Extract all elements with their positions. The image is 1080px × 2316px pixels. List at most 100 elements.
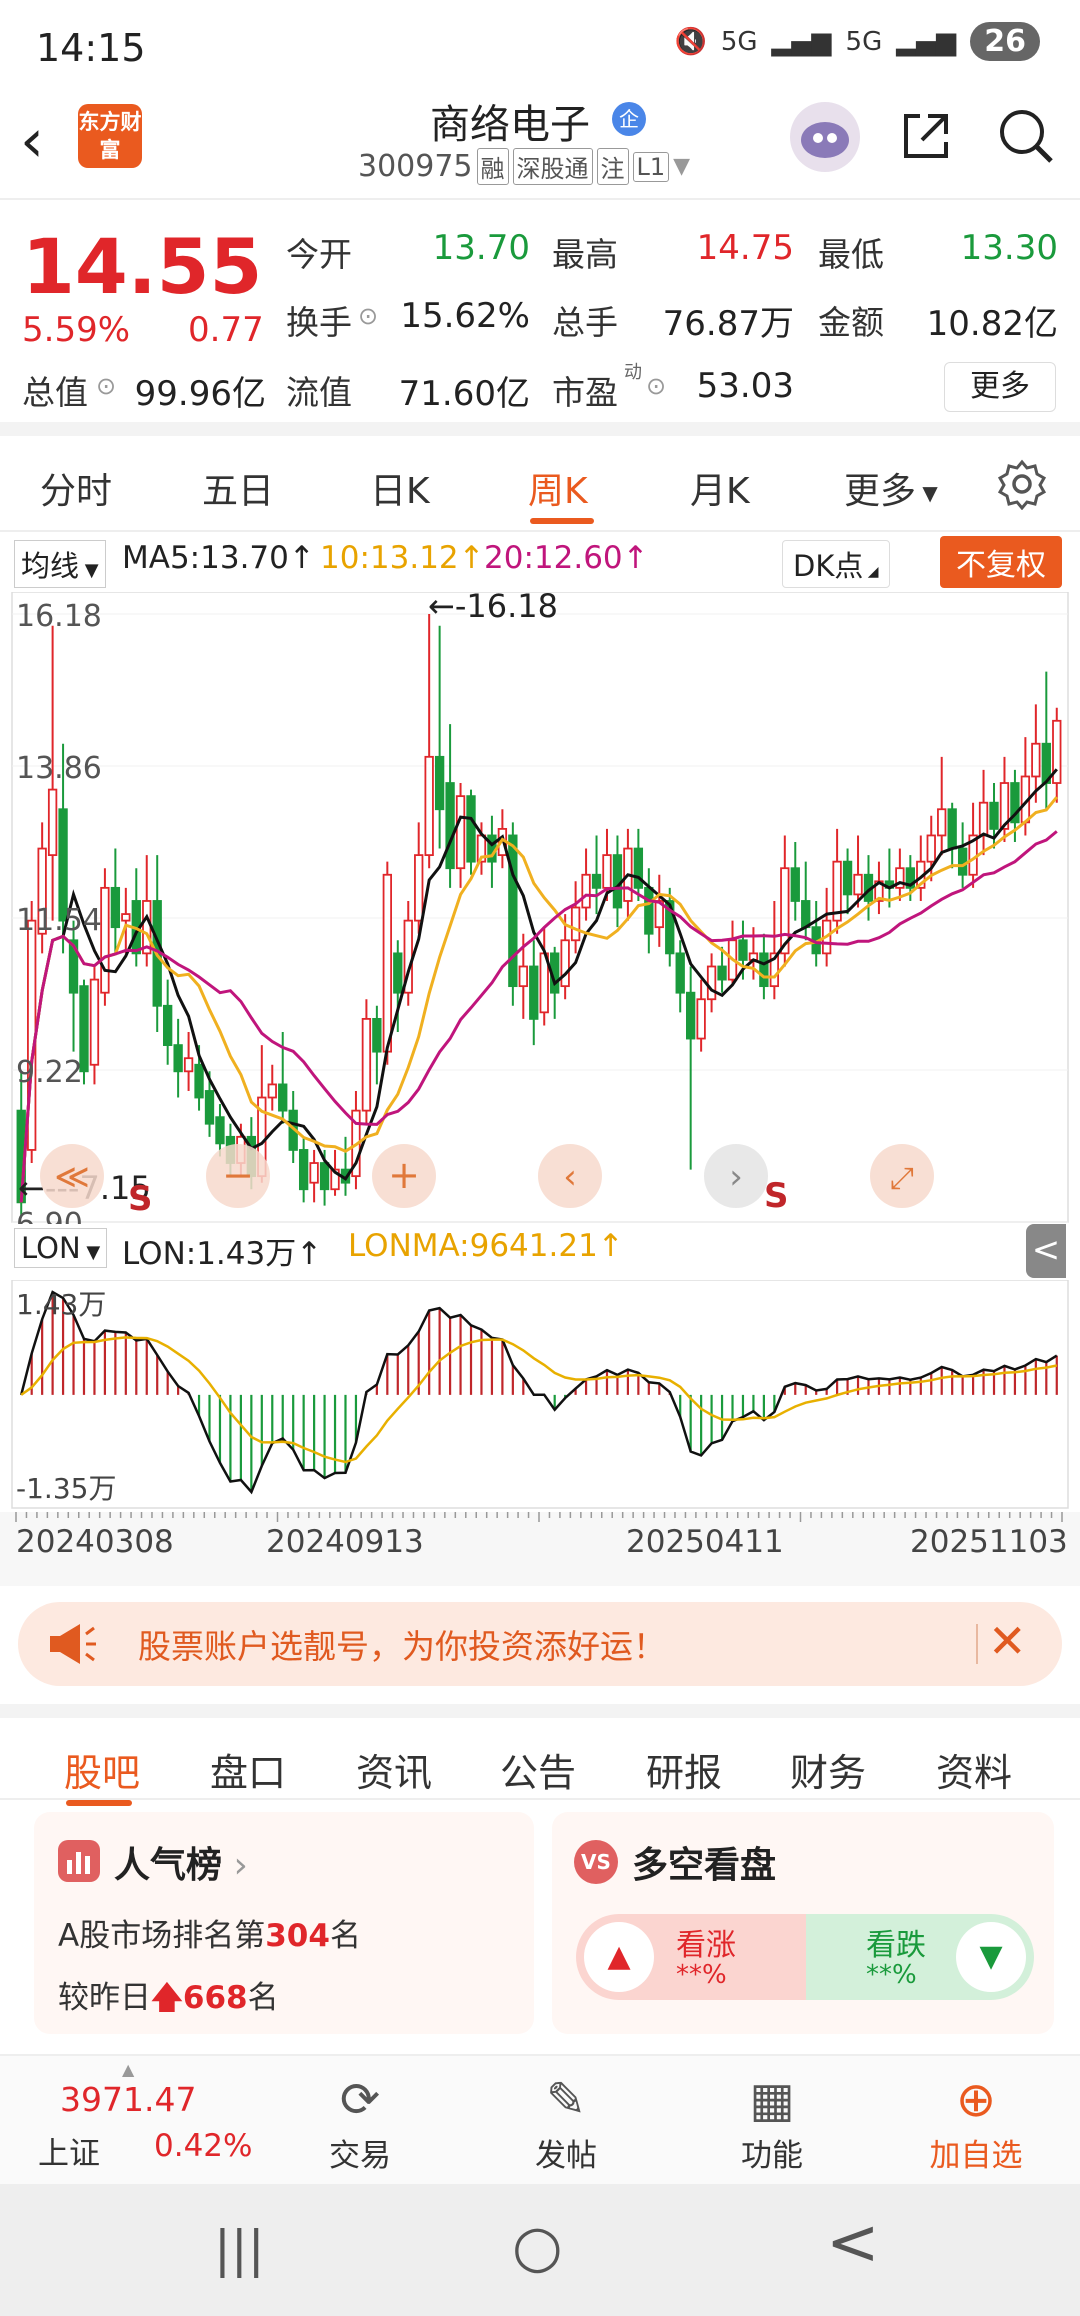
candle-body [706,965,717,1001]
candle-body [759,952,769,988]
info-icon[interactable]: ⊙ [96,372,116,400]
back-icon[interactable]: < [826,2206,880,2280]
zoom-out-button[interactable]: − [206,1144,270,1208]
bearish-value: **% [866,1960,917,1990]
scroll-right-button[interactable]: › [704,1144,768,1208]
info-icon[interactable]: ⊙ [646,372,666,400]
date-tick-marks [15,1512,1063,1522]
up-arrow-icon: 🡅 [151,1980,183,2016]
banner-divider [976,1624,978,1664]
dropdown-triangle-icon[interactable]: ▼ [673,154,690,179]
tag-level: L1 [632,151,670,182]
active-tab-indicator [66,1800,132,1806]
rank-prefix: A股市场排名第 [58,1918,266,1954]
float-label: 流值 [286,373,352,412]
trade-button[interactable]: ⟳ 交易 [300,2070,420,2175]
trade-label: 交易 [329,2138,391,2174]
fullscreen-button[interactable]: ⤢ [870,1144,934,1208]
promo-banner[interactable]: 股票账户选靓号，为你投资添好运！ ✕ [18,1602,1062,1686]
ma-selector[interactable]: 均线 ▼ [14,540,106,588]
share-icon[interactable] [898,108,954,164]
info-icon[interactable]: ⊙ [358,302,378,330]
index-value: 3971.47 [60,2080,197,2119]
date-label: 20240913 [266,1524,424,1560]
add-watchlist-button[interactable]: ⊕ 加自选 [916,2070,1036,2175]
functions-label: 功能 [741,2138,803,2174]
index-ticker[interactable]: ▲ 3971.47 上证 0.42% [0,2056,252,2186]
change-percent: 5.59% [22,310,131,350]
ma-selector-label: 均线 [21,549,80,583]
candle-body [434,755,445,811]
tab-forum[interactable]: 股吧 [64,1742,140,1797]
tab-daily-k[interactable]: 日K [370,462,430,514]
active-tab-indicator [530,518,594,524]
lon-indicator-chart[interactable]: 1.43万 -1.35万 [0,1280,1080,1512]
candle-body [947,808,957,850]
candle-body [393,952,403,994]
max-price-label: ←-16.18 [428,592,558,625]
bullish-vote-button[interactable]: ▲ 看涨 **% [576,1914,806,2000]
svg-text:≪: ≪ [54,1157,90,1197]
stock-code-row[interactable]: 300975 融 深股通 注 L1 ▼ [358,148,690,185]
battery-indicator: 26 [970,22,1040,61]
tab-profile[interactable]: 资料 [936,1742,1012,1797]
post-label: 发帖 [535,2138,597,2174]
candle-body [675,952,685,994]
change-value: 0.77 [188,310,264,350]
market-rank: A股市场排名第304名 [58,1910,361,1955]
low-value: 13.30 [960,228,1058,268]
tag-margin: 融 [476,148,509,185]
assistant-avatar[interactable] [790,102,860,172]
popularity-card[interactable]: 人气榜 › A股市场排名第304名 较昨日🡅668名 [34,1812,534,2034]
candle-body [382,873,392,1053]
open-value: 13.70 [432,228,530,268]
bearish-vote-button[interactable]: ▼ 看跌 **% [806,1914,1034,2000]
scroll-left-button[interactable]: ‹ [538,1144,602,1208]
candle-body [173,1044,183,1073]
candle-body [644,886,654,935]
candle-body [633,847,644,889]
no-adjust-button[interactable]: 不复权 [940,536,1062,588]
tab-more[interactable]: 更多 ▼ [844,462,938,514]
post-button[interactable]: ✎ 发帖 [506,2070,626,2175]
collapse-panel-button[interactable]: < [1026,1224,1066,1278]
ma5-legend: MA5:13.70↑ [122,540,315,576]
back-arrow-icon[interactable]: ‹ [20,106,44,176]
tab-intraday[interactable]: 分时 [40,462,112,514]
tab-order-book[interactable]: 盘口 [210,1742,286,1797]
tab-announcements[interactable]: 公告 [500,1742,576,1797]
clock: 14:15 [36,26,146,70]
weekly-candlestick-chart[interactable]: 16.1813.8611.549.226.90 ←-16.18 ←---7.15… [0,592,1080,1224]
tab-financials[interactable]: 财务 [790,1742,866,1797]
candle-body [570,906,581,942]
fast-back-button[interactable]: ≪ [40,1144,104,1208]
chevron-down-icon: ▼ [916,481,938,505]
info-tabs: 股吧 盘口 资讯 公告 研报 财务 资料 [0,1704,1080,1806]
volume-label: 总手 [552,303,618,342]
y-tick-label: 16.18 [16,599,102,634]
candle-body [194,1063,204,1099]
recent-apps-icon[interactable]: ||| [214,2220,265,2278]
indicator-selector[interactable]: LON ▼ [14,1228,108,1268]
candle-body [686,991,696,1040]
tab-news[interactable]: 资讯 [356,1742,432,1797]
dk-point-selector[interactable]: DK点 ◢ [782,540,890,588]
bullish-value: **% [676,1960,727,1990]
tab-weekly-k[interactable]: 周K [528,462,588,514]
more-button[interactable]: 更多 [944,362,1056,412]
candle-body [319,1162,330,1191]
zoom-in-button[interactable]: + [372,1144,436,1208]
bottom-action-bar: ▲ 3971.47 上证 0.42% ⟳ 交易 ✎ 发帖 ▦ 功能 ⊕ 加自选 [0,2054,1080,2184]
settings-gear-icon[interactable] [996,458,1048,510]
functions-button[interactable]: ▦ 功能 [712,2070,832,2175]
candle-body [215,1116,225,1145]
grid-icon: ▦ [749,2072,795,2128]
tab-five-day[interactable]: 五日 [202,462,274,514]
close-icon[interactable]: ✕ [988,1614,1027,1668]
tab-research[interactable]: 研报 [646,1742,722,1797]
search-icon[interactable] [996,106,1056,166]
home-icon[interactable]: ○ [512,2212,563,2280]
tab-monthly-k[interactable]: 月K [690,462,750,514]
candle-body [163,1004,173,1047]
pe-label: 市盈 [552,373,618,412]
